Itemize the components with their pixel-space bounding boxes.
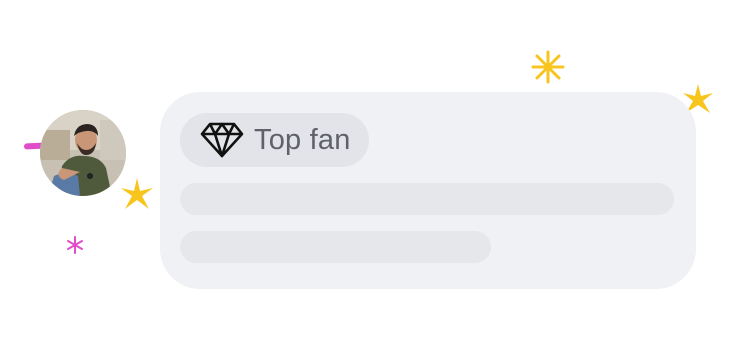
avatar[interactable]: [40, 110, 126, 196]
avatar-photo: [40, 110, 126, 196]
comment-placeholder-line: [180, 183, 674, 215]
comment-bubble[interactable]: Top fan: [160, 92, 696, 289]
sparkle-icon: [121, 178, 153, 209]
top-fan-badge[interactable]: Top fan: [180, 113, 369, 167]
diamond-icon: [200, 121, 244, 159]
sparkle-icon: [67, 236, 83, 254]
sparkle-icon: [531, 50, 565, 84]
comment-placeholder-line: [180, 231, 491, 263]
badge-label: Top fan: [254, 123, 351, 156]
